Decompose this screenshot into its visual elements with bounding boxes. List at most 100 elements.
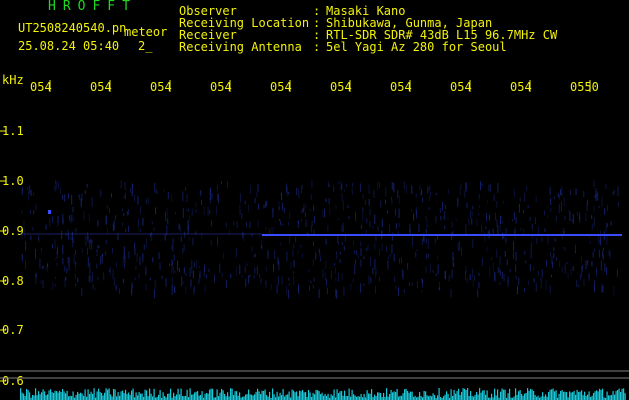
noise-speck: [142, 253, 144, 261]
noise-speck: [598, 239, 600, 244]
noise-speck: [327, 225, 329, 232]
noise-speck: [375, 268, 377, 276]
noise-speck: [550, 198, 552, 206]
noise-speck: [246, 222, 248, 227]
noise-speck: [509, 268, 511, 273]
noise-speck: [514, 236, 516, 240]
noise-speck: [269, 228, 271, 234]
noise-speck: [338, 241, 340, 246]
noise-speck: [524, 192, 526, 203]
noise-bar: [507, 393, 509, 400]
noise-speck: [591, 223, 593, 231]
noise-speck: [123, 246, 125, 256]
noise-speck: [343, 189, 345, 193]
noise-speck: [409, 229, 411, 235]
noise-bar: [615, 390, 617, 400]
noise-speck: [575, 188, 577, 196]
noise-speck: [559, 194, 561, 200]
noise-speck: [225, 222, 227, 228]
noise-speck: [46, 262, 48, 272]
noise-bar: [185, 395, 187, 400]
noise-speck: [92, 271, 94, 275]
noise-bar: [132, 388, 134, 400]
noise-speck: [398, 208, 400, 218]
noise-speck: [199, 270, 201, 279]
noise-bar: [552, 388, 554, 400]
noise-bar: [144, 389, 146, 400]
noise-speck: [151, 231, 153, 242]
noise-speck: [360, 283, 362, 293]
noise-speck: [57, 221, 59, 227]
noise-speck: [265, 265, 267, 273]
noise-speck: [374, 214, 376, 224]
noise-bar: [501, 388, 503, 400]
noise-bar: [291, 389, 293, 400]
noise-speck: [617, 202, 619, 207]
noise-bar: [246, 394, 248, 400]
noise-bar: [264, 389, 266, 400]
noise-speck: [260, 278, 262, 284]
noise-speck: [96, 263, 98, 269]
noise-speck: [381, 243, 383, 251]
noise-bar: [350, 396, 352, 400]
noise-speck: [297, 220, 299, 224]
noise-bar: [485, 394, 487, 400]
noise-speck: [395, 285, 397, 290]
noise-speck: [185, 187, 187, 191]
noise-speck: [52, 216, 54, 223]
noise-bar: [125, 389, 127, 400]
noise-speck: [142, 217, 144, 226]
noise-speck: [42, 265, 44, 269]
noise-speck: [613, 190, 615, 193]
noise-speck: [288, 283, 290, 286]
noise-speck: [587, 260, 589, 266]
noise-speck: [457, 243, 459, 252]
noise-speck: [195, 208, 197, 213]
noise-speck: [179, 225, 181, 233]
noise-speck: [135, 265, 137, 270]
noise-speck: [303, 207, 305, 213]
noise-bar: [230, 388, 232, 400]
noise-bar: [368, 393, 370, 400]
noise-speck: [312, 241, 314, 246]
noise-bar: [551, 389, 553, 400]
noise-speck: [249, 185, 251, 195]
noise-speck: [370, 256, 372, 267]
noise-speck: [422, 278, 424, 283]
noise-speck: [602, 251, 604, 258]
noise-bar: [249, 394, 251, 400]
noise-speck: [343, 286, 345, 296]
noise-bar: [617, 390, 619, 400]
noise-bar: [530, 388, 532, 400]
noise-speck: [40, 247, 42, 253]
noise-bar: [543, 396, 545, 400]
noise-speck: [55, 181, 57, 191]
noise-speck: [137, 218, 139, 228]
noise-speck: [333, 185, 335, 192]
noise-bar: [150, 393, 152, 400]
noise-bar: [461, 391, 463, 400]
noise-speck: [239, 204, 241, 210]
noise-speck: [35, 274, 37, 284]
noise-speck: [304, 212, 306, 217]
noise-bar: [480, 392, 482, 400]
noise-speck: [207, 206, 209, 216]
noise-speck: [341, 242, 343, 245]
noise-bar: [314, 394, 316, 400]
noise-speck: [593, 206, 595, 213]
noise-speck: [205, 274, 207, 279]
noise-speck: [425, 266, 427, 274]
noise-speck: [185, 286, 187, 294]
noise-bar: [303, 392, 305, 400]
noise-bar: [45, 395, 47, 400]
noise-speck: [421, 289, 423, 293]
noise-speck: [45, 224, 47, 230]
noise-speck: [105, 251, 107, 256]
noise-bar: [266, 395, 268, 400]
noise-speck: [386, 210, 388, 214]
noise-bar: [128, 392, 130, 400]
noise-speck: [236, 266, 238, 276]
noise-speck: [254, 267, 256, 274]
noise-bar: [173, 392, 175, 400]
noise-speck: [362, 194, 364, 199]
